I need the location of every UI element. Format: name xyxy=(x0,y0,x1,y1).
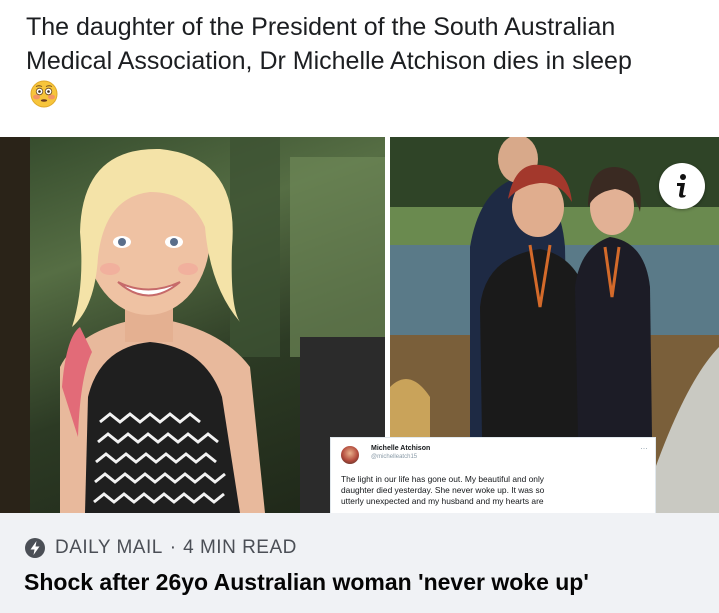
lightning-bolt-icon xyxy=(24,537,46,559)
info-icon xyxy=(677,174,686,198)
tweet-text-line: utterly unexpected and my husband and my… xyxy=(341,496,544,506)
embedded-tweet: Michelle Atchison @michelleatch15 … The … xyxy=(330,437,656,513)
tweet-text-line: The light in our life has gone out. My b… xyxy=(341,474,544,484)
tweet-author-name: Michelle Atchison xyxy=(371,445,431,452)
read-time: 4 MIN READ xyxy=(183,537,297,558)
info-button[interactable] xyxy=(659,163,705,209)
tweet-text-line: daughter died yesterday. She never woke … xyxy=(341,485,545,495)
tweet-author-handle: @michelleatch15 xyxy=(371,454,418,460)
flushed-face-emoji-icon xyxy=(30,80,58,108)
avatar xyxy=(341,446,359,464)
meta-separator: · xyxy=(169,537,177,558)
post-caption-text: The daughter of the President of the Sou… xyxy=(26,13,632,75)
post-caption: The daughter of the President of the Sou… xyxy=(26,10,636,112)
post-media[interactable]: Michelle Atchison @michelleatch15 … The … xyxy=(0,137,719,513)
link-source-name: DAILY MAIL xyxy=(55,537,163,558)
link-headline[interactable]: Shock after 26yo Australian woman 'never… xyxy=(24,569,589,596)
photo-young-woman[interactable] xyxy=(0,137,385,513)
tweet-more-icon: … xyxy=(640,442,649,451)
link-source-row: DAILY MAIL · 4 MIN READ xyxy=(24,537,297,559)
link-preview-footer[interactable]: DAILY MAIL · 4 MIN READ Shock after 26yo… xyxy=(0,513,719,613)
tweet-text: The light in our life has gone out. My b… xyxy=(341,474,651,507)
